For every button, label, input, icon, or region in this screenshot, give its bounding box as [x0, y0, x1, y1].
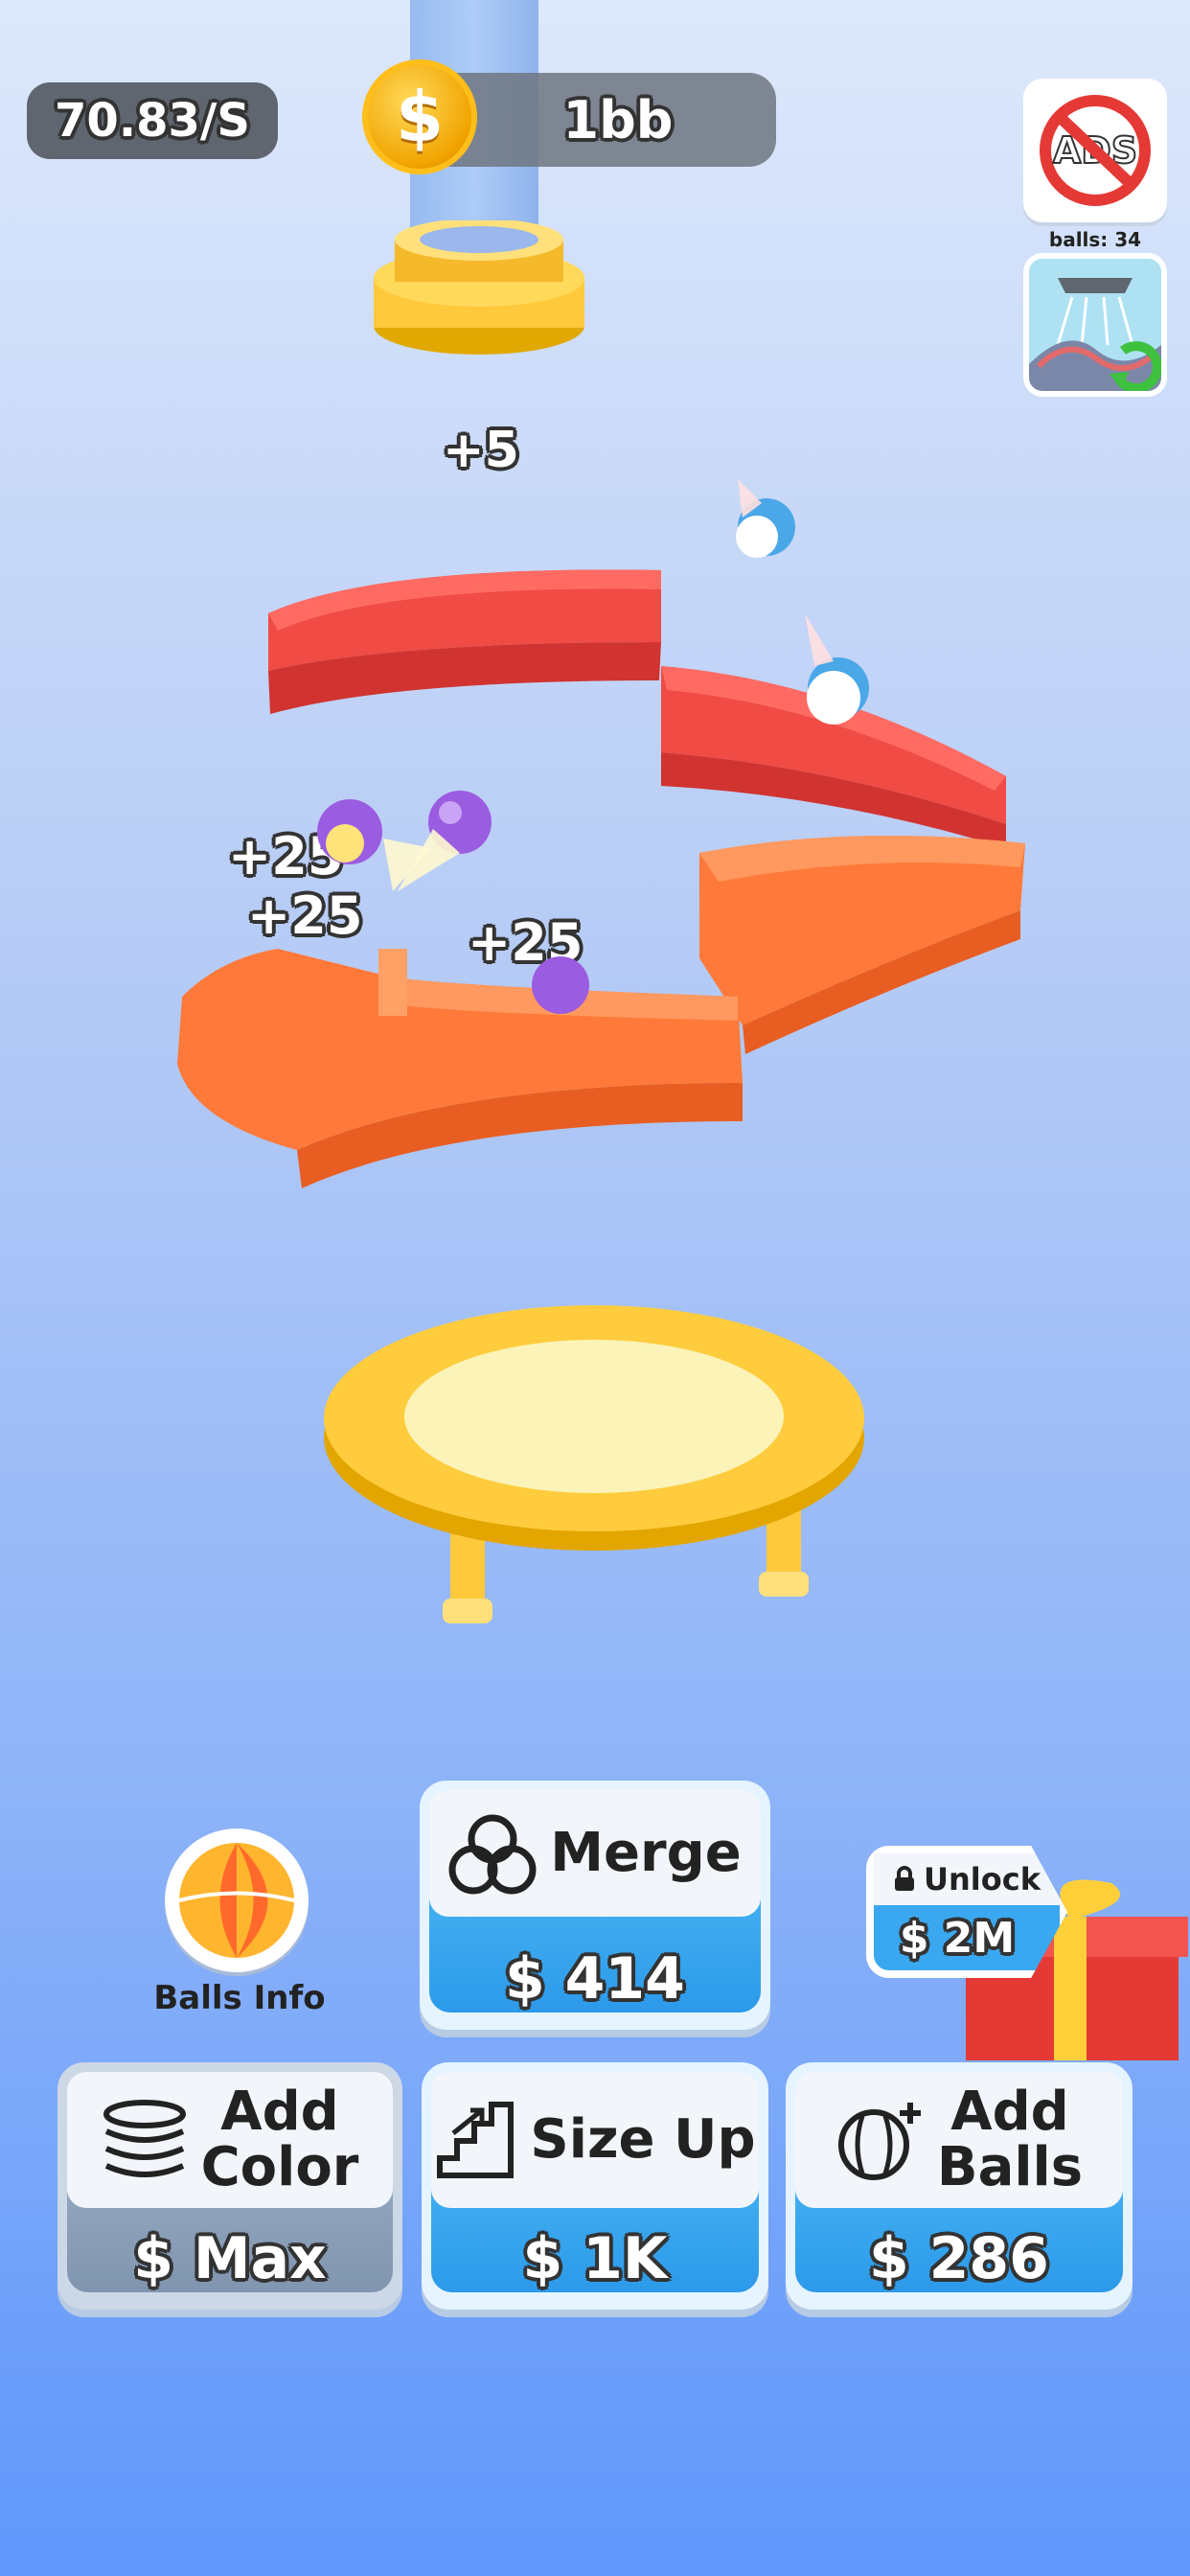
balls-count-label: balls: 34 — [1048, 228, 1142, 251]
add-balls-button[interactable]: Add Balls $ 286 — [786, 2062, 1133, 2310]
coin-icon: $ — [362, 59, 477, 174]
size-up-button[interactable]: Size Up $ 1K — [422, 2062, 768, 2310]
balls-info-button[interactable] — [165, 1828, 309, 1972]
add-color-label-line1: Add — [220, 2081, 339, 2143]
size-up-label: Size Up — [530, 2108, 756, 2171]
orange-track-segment — [699, 836, 1025, 1054]
add-ball-icon — [837, 2103, 921, 2180]
merge-label: Merge — [550, 1822, 742, 1884]
add-balls-price: $ 286 — [869, 2225, 1049, 2292]
unlock-label: Unlock — [924, 1861, 1041, 1898]
income-rate-text: 70.83/S — [55, 94, 250, 148]
balls-info-label: Balls Info — [153, 1979, 326, 2017]
unlock-offer-button[interactable]: Unlock $ 2M — [866, 1846, 1067, 1978]
ball-rain-button[interactable] — [1023, 253, 1167, 397]
add-color-label-line2: Color — [200, 2136, 359, 2198]
stairs-icon — [437, 2102, 515, 2178]
stack-rings-icon — [103, 2100, 186, 2177]
merge-button[interactable]: Merge $ 414 — [420, 1781, 770, 2030]
add-balls-label-line2: Balls — [936, 2136, 1084, 2198]
size-up-price: $ 1K — [522, 2225, 668, 2292]
pipe-base — [374, 220, 584, 355]
beach-ball-icon — [178, 1843, 295, 1958]
red-track-segment — [268, 569, 661, 714]
ball-rain-icon — [1029, 259, 1161, 391]
coin-balance-text: 1bb — [562, 89, 674, 150]
merge-price: $ 414 — [505, 1945, 685, 2012]
income-rate-display: 70.83/S — [27, 82, 278, 159]
add-color-price: $ Max — [133, 2225, 327, 2292]
merge-icon — [448, 1814, 537, 1895]
trampoline — [324, 1305, 864, 1623]
unlock-price: $ 2M — [899, 1914, 1016, 1963]
lock-icon — [895, 1866, 915, 1891]
add-color-button[interactable]: Add Color $ Max — [57, 2062, 402, 2310]
no-ads-icon: ADS — [1040, 95, 1151, 206]
spiral-tracks — [177, 479, 1025, 1188]
add-balls-label-line1: Add — [950, 2081, 1069, 2143]
orange-track-segment — [177, 949, 743, 1188]
no-ads-button[interactable]: ADS — [1023, 79, 1167, 222]
